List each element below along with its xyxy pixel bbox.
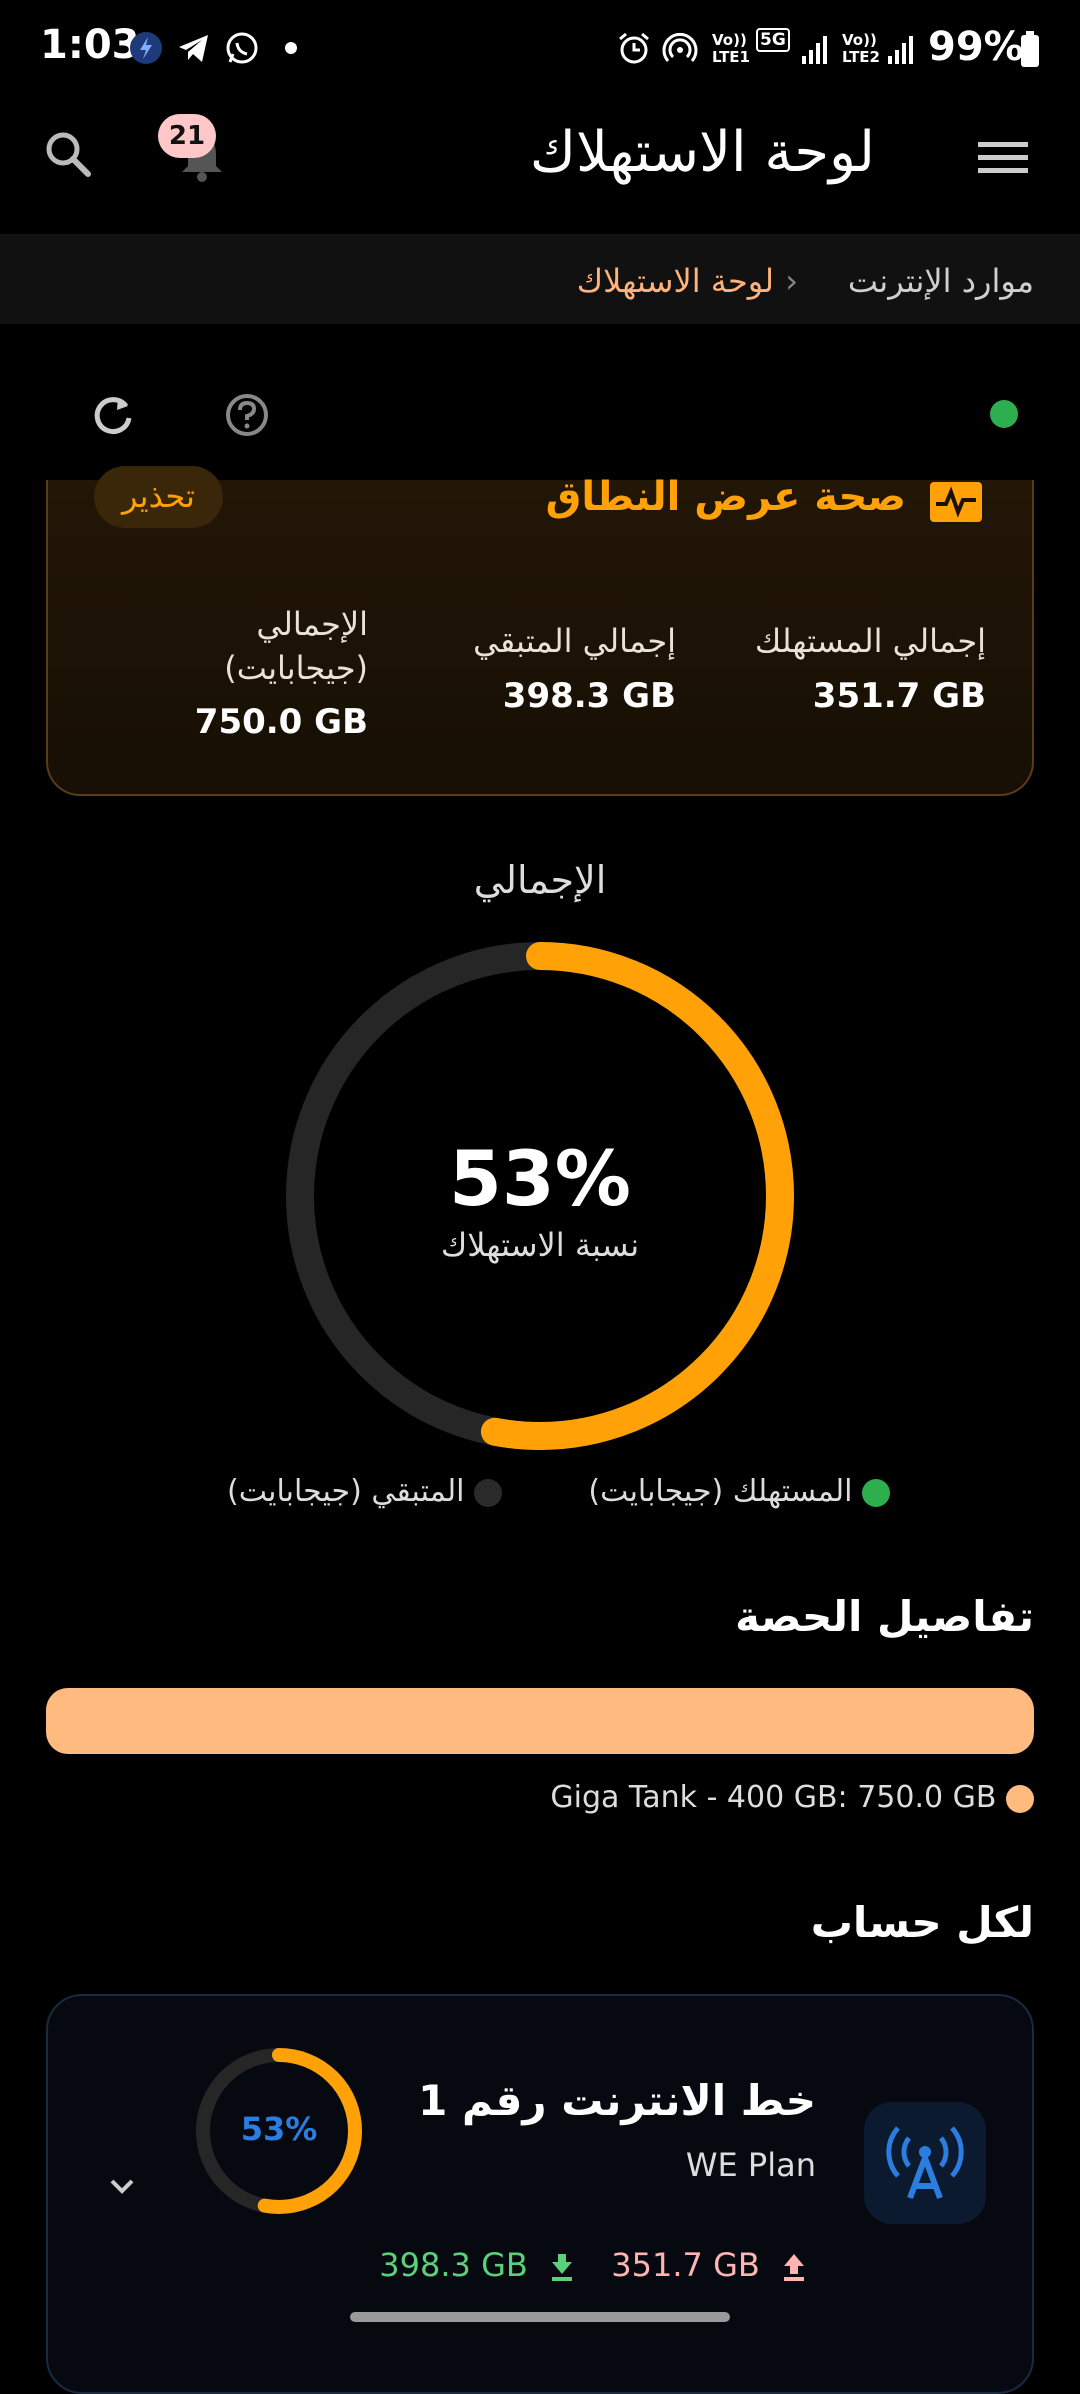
account-remaining-value: 398.3 GB [379,2246,528,2284]
gauge-subtitle: نسبة الاستهلاك [440,1226,640,1264]
quota-legend-label: Giga Tank - 400 GB: 750.0 GB [550,1780,997,1815]
account-card[interactable]: خط الانترنت رقم 1 WE Plan 53% 351.7 GB 3… [46,1994,1034,2394]
account-used: 351.7 GB [611,2246,808,2284]
volte-label: Vo)) [712,31,747,49]
help-icon[interactable] [222,390,272,440]
sim1-network-label: Vo)) LTE1 [712,32,750,66]
5g-badge: 5G [756,28,790,52]
legend-remaining[interactable]: المتبقي (جيجابايت) [227,1474,502,1509]
legend-remaining-dot [474,1478,502,1507]
account-plan: WE Plan [685,2146,816,2184]
health-card-title: صحة عرض النطاق [545,474,906,520]
upload-arrow-icon [784,2254,804,2281]
total-remaining-value: 398.3 GB [503,676,676,716]
page-title: لوحة الاستهلاك [529,120,875,185]
quota-legend: Giga Tank - 400 GB: 750.0 GB [550,1780,1034,1815]
total-remaining-label: إجمالي المتبقي [473,622,676,660]
gauge-title: الإجمالي [473,858,607,902]
total-consumed-value: 351.7 GB [813,676,986,716]
legend-remaining-label: المتبقي (جيجابايت) [227,1474,465,1509]
volte2-label: Vo)) [842,31,877,49]
lte1-label: LTE1 [712,48,750,66]
breadcrumb-parent-link[interactable]: موارد الإنترنت [848,262,1034,300]
hamburger-menu-icon[interactable] [978,138,1028,178]
quota-legend-dot [1006,1784,1034,1813]
bandwidth-health-card: صحة عرض النطاق تحذير إجمالي المستهلك 351… [46,466,1034,796]
account-icon-tile [864,2102,986,2224]
total-capacity-value-text: 750.0 GB [194,702,368,742]
total-capacity-value: 750.0 GB [195,702,368,742]
online-status-dot [990,400,1018,428]
total-consumed-label: إجمالي المستهلك [754,622,986,660]
signal-sim2-icon [886,30,916,68]
alarm-icon [616,30,652,68]
legend-consumed-dot [862,1478,890,1507]
total-capacity-label-line2: (جيجابايت) [224,649,368,687]
signal-sim1-icon [800,30,830,68]
breadcrumb-current: لوحة الاستهلاك [576,262,774,300]
lte2-label: LTE2 [842,48,880,66]
search-icon[interactable] [40,126,96,182]
antenna-icon [886,2126,964,2200]
breadcrumb-separator: › [785,262,798,300]
pulse-icon [930,480,982,524]
quota-section-title: تفاصيل الحصة [735,1592,1034,1641]
battery-percent: 99% [928,24,1024,70]
quota-bar [46,1688,1034,1754]
total-consumed-value-text: 351.7 GB [812,676,986,716]
account-used-value: 351.7 GB [611,2246,760,2284]
total-capacity-label-line1: الإجمالي [256,605,368,643]
account-name: خط الانترنت رقم 1 [418,2076,816,2125]
navigation-handle[interactable] [350,2312,730,2322]
toolbar [0,370,1080,460]
notification-count-badge: 21 [158,114,216,158]
whatsapp-icon [224,30,260,68]
total-remaining-value-text: 398.3 GB [502,676,676,716]
hotspot-icon [662,30,698,68]
per-account-section-title: لكل حساب [810,1898,1034,1947]
legend-consumed[interactable]: المستهلك (جيجابايت) [588,1474,890,1509]
download-arrow-icon [552,2254,572,2281]
warning-badge: تحذير [94,466,223,528]
refresh-icon[interactable] [88,390,138,440]
breadcrumb: موارد الإنترنت › لوحة الاستهلاك [0,234,1080,324]
telegram-icon [176,30,212,68]
total-capacity-label: الإجمالي (جيجابايت) [224,602,368,690]
gauge-percent: 53% [449,1134,631,1223]
status-time: 1:03 [40,22,140,68]
battery-icon [1020,30,1040,68]
account-remaining: 398.3 GB [379,2246,576,2284]
more-notifications-dot-icon [284,30,298,68]
app-notification-icon [128,30,164,68]
account-percent: 53% [240,2110,318,2148]
legend-consumed-label: المستهلك (جيجابايت) [588,1474,853,1509]
expand-chevron-icon[interactable] [102,2166,142,2206]
status-bar: 1:03 Vo)) LTE1 5G Vo)) LTE2 99% [0,0,1080,100]
sim2-network-label: Vo)) LTE2 [842,32,880,66]
